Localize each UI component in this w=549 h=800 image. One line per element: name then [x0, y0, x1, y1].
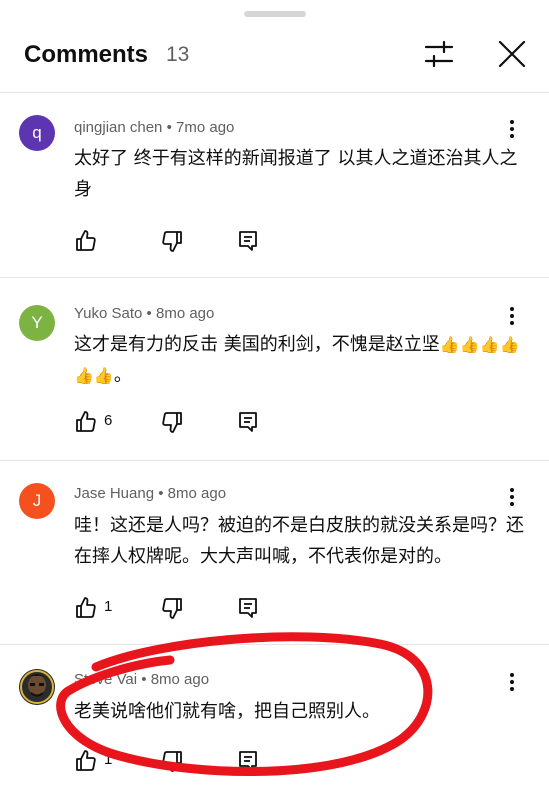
avatar[interactable]	[19, 669, 55, 705]
thumbs-up-emoji: 👍	[479, 335, 500, 354]
avatar[interactable]: J	[19, 483, 55, 519]
thumbs-up-emoji: 👍	[499, 335, 520, 354]
comment-actions: 1	[74, 749, 274, 773]
thumbs-up-emoji: 👍	[74, 366, 94, 385]
close-icon[interactable]	[494, 36, 530, 72]
like-count: 6	[104, 412, 113, 429]
more-options-icon[interactable]	[500, 117, 524, 141]
thumbs-up-emoji: 👍	[93, 366, 114, 385]
sliders-icon[interactable]	[421, 36, 457, 72]
comment-meta: Yuko Sato • 8mo ago	[74, 305, 215, 322]
like-icon[interactable]	[74, 229, 98, 253]
comment-actions: 1	[74, 596, 274, 620]
more-options-icon[interactable]	[500, 670, 524, 694]
comment-text: 老美说啥他们就有啥，把自己照别人。	[74, 701, 380, 722]
comment-count: 13	[166, 43, 190, 66]
panel-title: Comments	[24, 41, 149, 68]
comment-time: 8mo ago	[167, 485, 227, 502]
comment-time: 8mo ago	[150, 671, 210, 688]
reply-icon[interactable]	[236, 596, 260, 620]
comment-text: 这才是有力的反击 美国的利剑，不愧是赵立坚👍👍👍👍👍👍。	[74, 329, 526, 391]
comment-item: J Jase Huang • 8mo ago 哇！这还是人吗？被迫的不是白皮肤的…	[0, 461, 549, 644]
thumbs-up-emoji: 👍	[459, 335, 480, 354]
comments-header: Comments 13	[0, 0, 549, 93]
dislike-icon[interactable]	[160, 596, 184, 620]
avatar-photo	[19, 669, 55, 705]
avatar[interactable]: q	[19, 115, 55, 151]
thumbs-up-emoji: 👍	[439, 335, 460, 354]
author-name[interactable]: Jase Huang	[74, 485, 154, 502]
comment-time: 7mo ago	[176, 119, 235, 136]
author-name[interactable]: Steve Vai	[74, 671, 137, 688]
more-options-icon[interactable]	[500, 304, 524, 328]
comment-meta: Steve Vai • 8mo ago	[74, 671, 210, 688]
author-name[interactable]: qingjian chen	[74, 119, 162, 136]
comment-text-body: 这才是有力的反击 美国的利剑，不愧是赵立坚	[74, 334, 440, 355]
like-icon[interactable]	[74, 749, 98, 773]
comment-meta: Jase Huang • 8mo ago	[74, 485, 227, 502]
comment-text-suffix: 。	[113, 365, 132, 386]
comment-item: Steve Vai • 8mo ago 老美说啥他们就有啥，把自己照别人。 1	[0, 645, 549, 800]
avatar[interactable]: Y	[19, 305, 55, 341]
like-count: 1	[104, 598, 113, 615]
like-icon[interactable]	[74, 410, 98, 434]
reply-icon[interactable]	[236, 410, 260, 434]
comment-text: 哇！这还是人吗？被迫的不是白皮肤的就没关系是吗？还在摔人权牌呢。大大声叫喊，不代…	[74, 515, 524, 567]
dislike-icon[interactable]	[160, 749, 184, 773]
author-name[interactable]: Yuko Sato	[74, 305, 142, 322]
like-count: 1	[104, 751, 113, 768]
reply-icon[interactable]	[236, 229, 260, 253]
reply-icon[interactable]	[236, 749, 260, 773]
dislike-icon[interactable]	[160, 410, 184, 434]
comment-item: q qingjian chen • 7mo ago 太好了 终于有这样的新闻报道…	[0, 93, 549, 277]
comment-text: 太好了 终于有这样的新闻报道了 以其人之道还治其人之身	[74, 148, 518, 200]
like-icon[interactable]	[74, 596, 98, 620]
comment-actions: 6	[74, 410, 274, 434]
comment-meta: qingjian chen • 7mo ago	[74, 119, 235, 136]
comment-item: Y Yuko Sato • 8mo ago 这才是有力的反击 美国的利剑，不愧是…	[0, 278, 549, 460]
dislike-icon[interactable]	[160, 229, 184, 253]
more-options-icon[interactable]	[500, 485, 524, 509]
comment-actions	[74, 229, 274, 253]
comment-time: 8mo ago	[155, 305, 215, 322]
